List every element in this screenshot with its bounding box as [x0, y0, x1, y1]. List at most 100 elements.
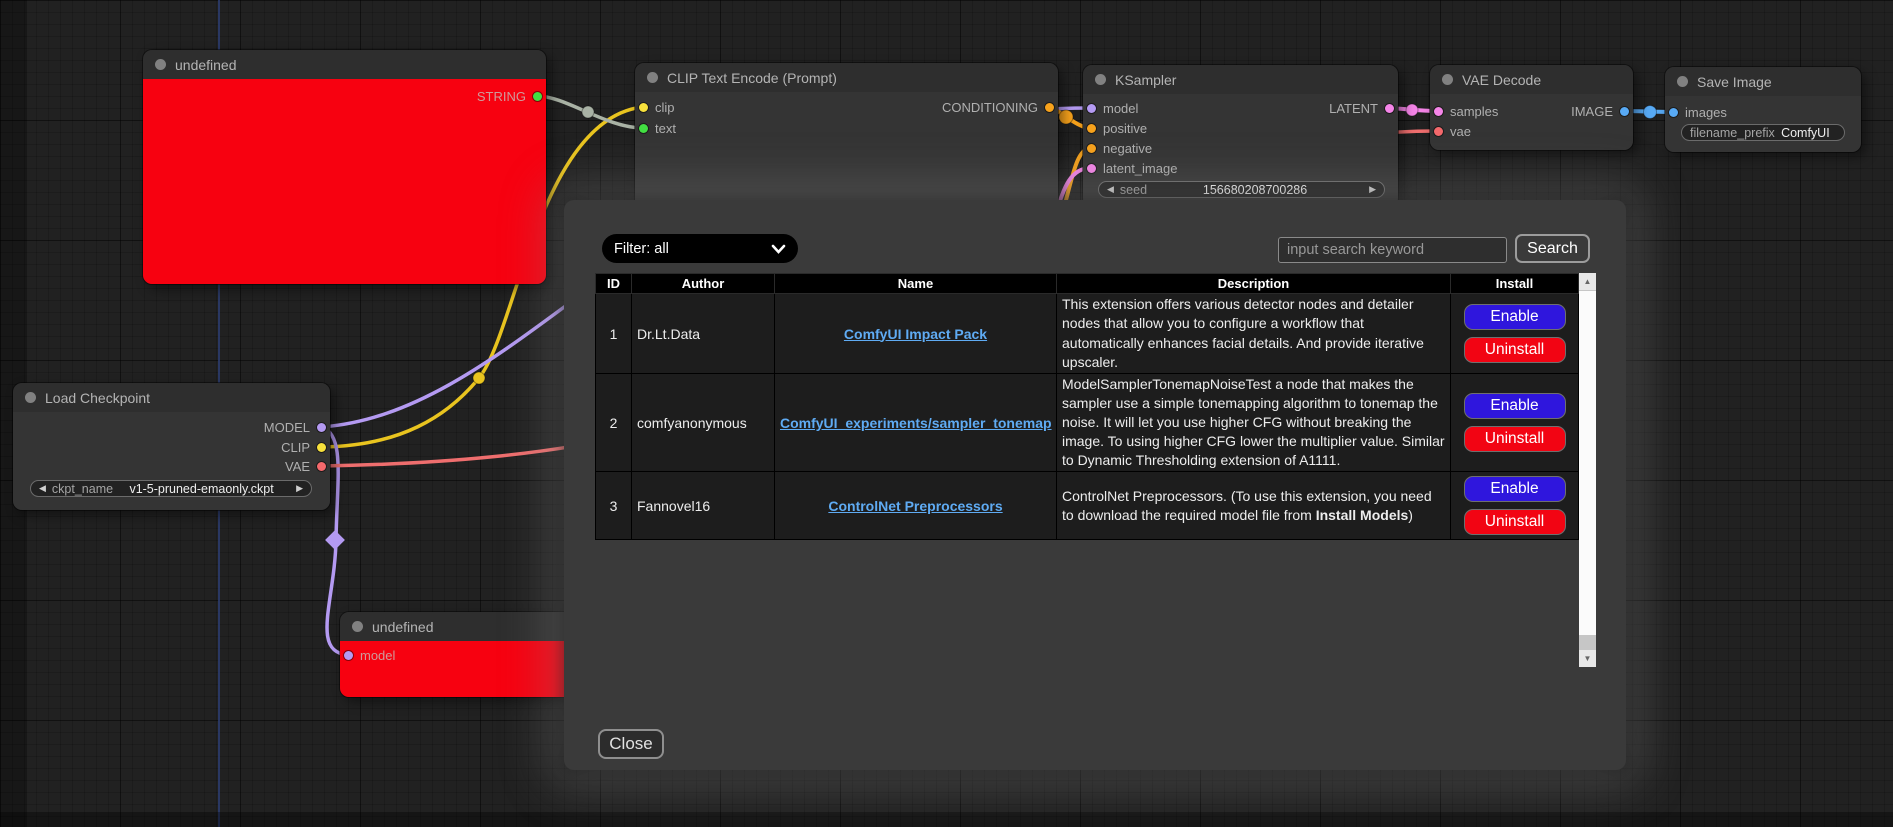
input-dot-positive[interactable]	[1087, 124, 1096, 133]
uninstall-button[interactable]: Uninstall	[1464, 509, 1566, 535]
cell-name: ComfyUI Impact Pack	[775, 294, 1057, 374]
filter-select[interactable]: Filter: all	[602, 234, 798, 263]
scrollbar-thumb[interactable]	[1579, 291, 1596, 635]
output-dot-string[interactable]	[533, 92, 542, 101]
search-button[interactable]: Search	[1515, 234, 1590, 263]
node-title: VAE Decode	[1462, 72, 1541, 88]
input-label: model	[1103, 101, 1138, 116]
reroute-dot-orange[interactable]	[1059, 110, 1073, 124]
cell-name: ComfyUI_experiments/sampler_tonemap	[775, 374, 1057, 472]
node-body: samples vae IMAGE	[1430, 94, 1633, 150]
output-dot-clip[interactable]	[317, 443, 326, 452]
collapse-dot-icon[interactable]	[647, 72, 658, 83]
cell-description: ControlNet Preprocessors. (To use this e…	[1057, 472, 1451, 540]
collapse-dot-icon[interactable]	[1442, 74, 1453, 85]
col-header-description: Description	[1057, 274, 1451, 294]
node-body: STRING	[143, 79, 546, 284]
node-body: clip text CONDITIONING	[635, 92, 1058, 213]
node-title: CLIP Text Encode (Prompt)	[667, 70, 837, 86]
input-label: text	[655, 121, 676, 136]
chevron-down-icon	[771, 244, 786, 254]
widget-label: filename_prefix	[1690, 126, 1775, 140]
input-dot-clip[interactable]	[639, 103, 648, 112]
collapse-dot-icon[interactable]	[1095, 74, 1106, 85]
node-title: Load Checkpoint	[45, 390, 150, 406]
cell-description: ModelSamplerTonemapNoiseTest a node that…	[1057, 374, 1451, 472]
uninstall-button[interactable]: Uninstall	[1464, 426, 1566, 452]
input-dot-model[interactable]	[344, 651, 353, 660]
extension-manager-dialog: Filter: all Search ID Author Name Descri…	[564, 200, 1626, 770]
collapse-dot-icon[interactable]	[352, 621, 363, 632]
output-dot-image[interactable]	[1620, 107, 1629, 116]
table-scrollbar[interactable]: ▲ ▼	[1579, 273, 1596, 667]
output-dot-conditioning[interactable]	[1045, 103, 1054, 112]
collapse-dot-icon[interactable]	[25, 392, 36, 403]
cell-author: comfyanonymous	[632, 374, 775, 472]
output-label: STRING	[477, 89, 526, 104]
cell-author: Fannovel16	[632, 472, 775, 540]
node-clip-text-encode[interactable]: CLIP Text Encode (Prompt) clip text COND…	[635, 63, 1058, 213]
table-row: 1Dr.Lt.DataComfyUI Impact PackThis exten…	[596, 294, 1579, 374]
input-dot-samples[interactable]	[1434, 107, 1443, 116]
output-label: MODEL	[264, 420, 310, 435]
ckpt-name-widget[interactable]: ◀ ckpt_name v1-5-pruned-emaonly.ckpt ▶	[30, 480, 312, 497]
node-body: images filename_prefix ComfyUI	[1665, 96, 1861, 152]
node-title: undefined	[372, 619, 434, 635]
input-dot-model[interactable]	[1087, 104, 1096, 113]
extension-table-body: 1Dr.Lt.DataComfyUI Impact PackThis exten…	[596, 294, 1579, 540]
node-save-image[interactable]: Save Image images filename_prefix ComfyU…	[1665, 67, 1861, 152]
node-undefined-top[interactable]: undefined STRING	[143, 50, 546, 284]
input-dot-text[interactable]	[639, 124, 648, 133]
input-dot-vae[interactable]	[1434, 127, 1443, 136]
node-load-checkpoint[interactable]: Load Checkpoint MODEL CLIP VAE ◀ ckpt_na…	[13, 383, 330, 510]
reroute-dot-gray[interactable]	[582, 106, 594, 118]
node-title: KSampler	[1115, 72, 1176, 88]
input-dot-negative[interactable]	[1087, 144, 1096, 153]
table-row: 2comfyanonymous ComfyUI_experiments/sampl…	[596, 374, 1579, 472]
search-input[interactable]	[1278, 237, 1507, 263]
input-label: clip	[655, 100, 675, 115]
scroll-up-icon[interactable]: ▲	[1579, 273, 1596, 290]
collapse-dot-icon[interactable]	[1677, 76, 1688, 87]
reroute-dot-pink[interactable]	[1406, 104, 1418, 116]
cell-author: Dr.Lt.Data	[632, 294, 775, 374]
increment-arrow-icon[interactable]: ▶	[1369, 185, 1376, 194]
node-ksampler[interactable]: KSampler model positive negative latent_…	[1083, 65, 1398, 207]
extension-link[interactable]: ControlNet Preprocessors	[828, 498, 1002, 514]
next-arrow-icon[interactable]: ▶	[296, 484, 303, 493]
prev-arrow-icon[interactable]: ◀	[39, 484, 46, 493]
output-label: CLIP	[281, 440, 310, 455]
input-dot-latent-image[interactable]	[1087, 164, 1096, 173]
reroute-dot-yellow[interactable]	[473, 372, 485, 384]
node-header: Save Image	[1665, 67, 1861, 96]
cell-id: 2	[596, 374, 632, 472]
reroute-dot-blue[interactable]	[1644, 106, 1657, 119]
filename-prefix-widget[interactable]: filename_prefix ComfyUI	[1681, 124, 1845, 141]
output-dot-latent[interactable]	[1385, 104, 1394, 113]
input-dot-images[interactable]	[1669, 108, 1678, 117]
widget-label: seed	[1120, 183, 1147, 197]
node-vae-decode[interactable]: VAE Decode samples vae IMAGE	[1430, 65, 1633, 150]
reroute-dot-purple[interactable]	[325, 530, 345, 550]
node-header: Load Checkpoint	[13, 383, 330, 412]
node-title: Save Image	[1697, 74, 1772, 90]
uninstall-button[interactable]: Uninstall	[1464, 337, 1566, 363]
widget-label: ckpt_name	[52, 482, 113, 496]
seed-widget[interactable]: ◀ seed 156680208700286 ▶	[1098, 181, 1385, 198]
close-button[interactable]: Close	[598, 729, 664, 759]
extension-link[interactable]: ComfyUI_experiments/sampler_tonemap	[780, 415, 1052, 431]
cell-id: 1	[596, 294, 632, 374]
cell-install: Enable Uninstall	[1451, 294, 1579, 374]
output-label: LATENT	[1329, 101, 1378, 116]
input-label: latent_image	[1103, 161, 1177, 176]
output-dot-model[interactable]	[317, 423, 326, 432]
extension-link[interactable]: ComfyUI Impact Pack	[844, 326, 987, 342]
output-dot-vae[interactable]	[317, 462, 326, 471]
scroll-down-icon[interactable]: ▼	[1579, 650, 1596, 667]
enable-button[interactable]: Enable	[1464, 393, 1566, 419]
enable-button[interactable]: Enable	[1464, 304, 1566, 330]
decrement-arrow-icon[interactable]: ◀	[1107, 185, 1114, 194]
enable-button[interactable]: Enable	[1464, 476, 1566, 502]
input-label: vae	[1450, 124, 1471, 139]
collapse-dot-icon[interactable]	[155, 59, 166, 70]
